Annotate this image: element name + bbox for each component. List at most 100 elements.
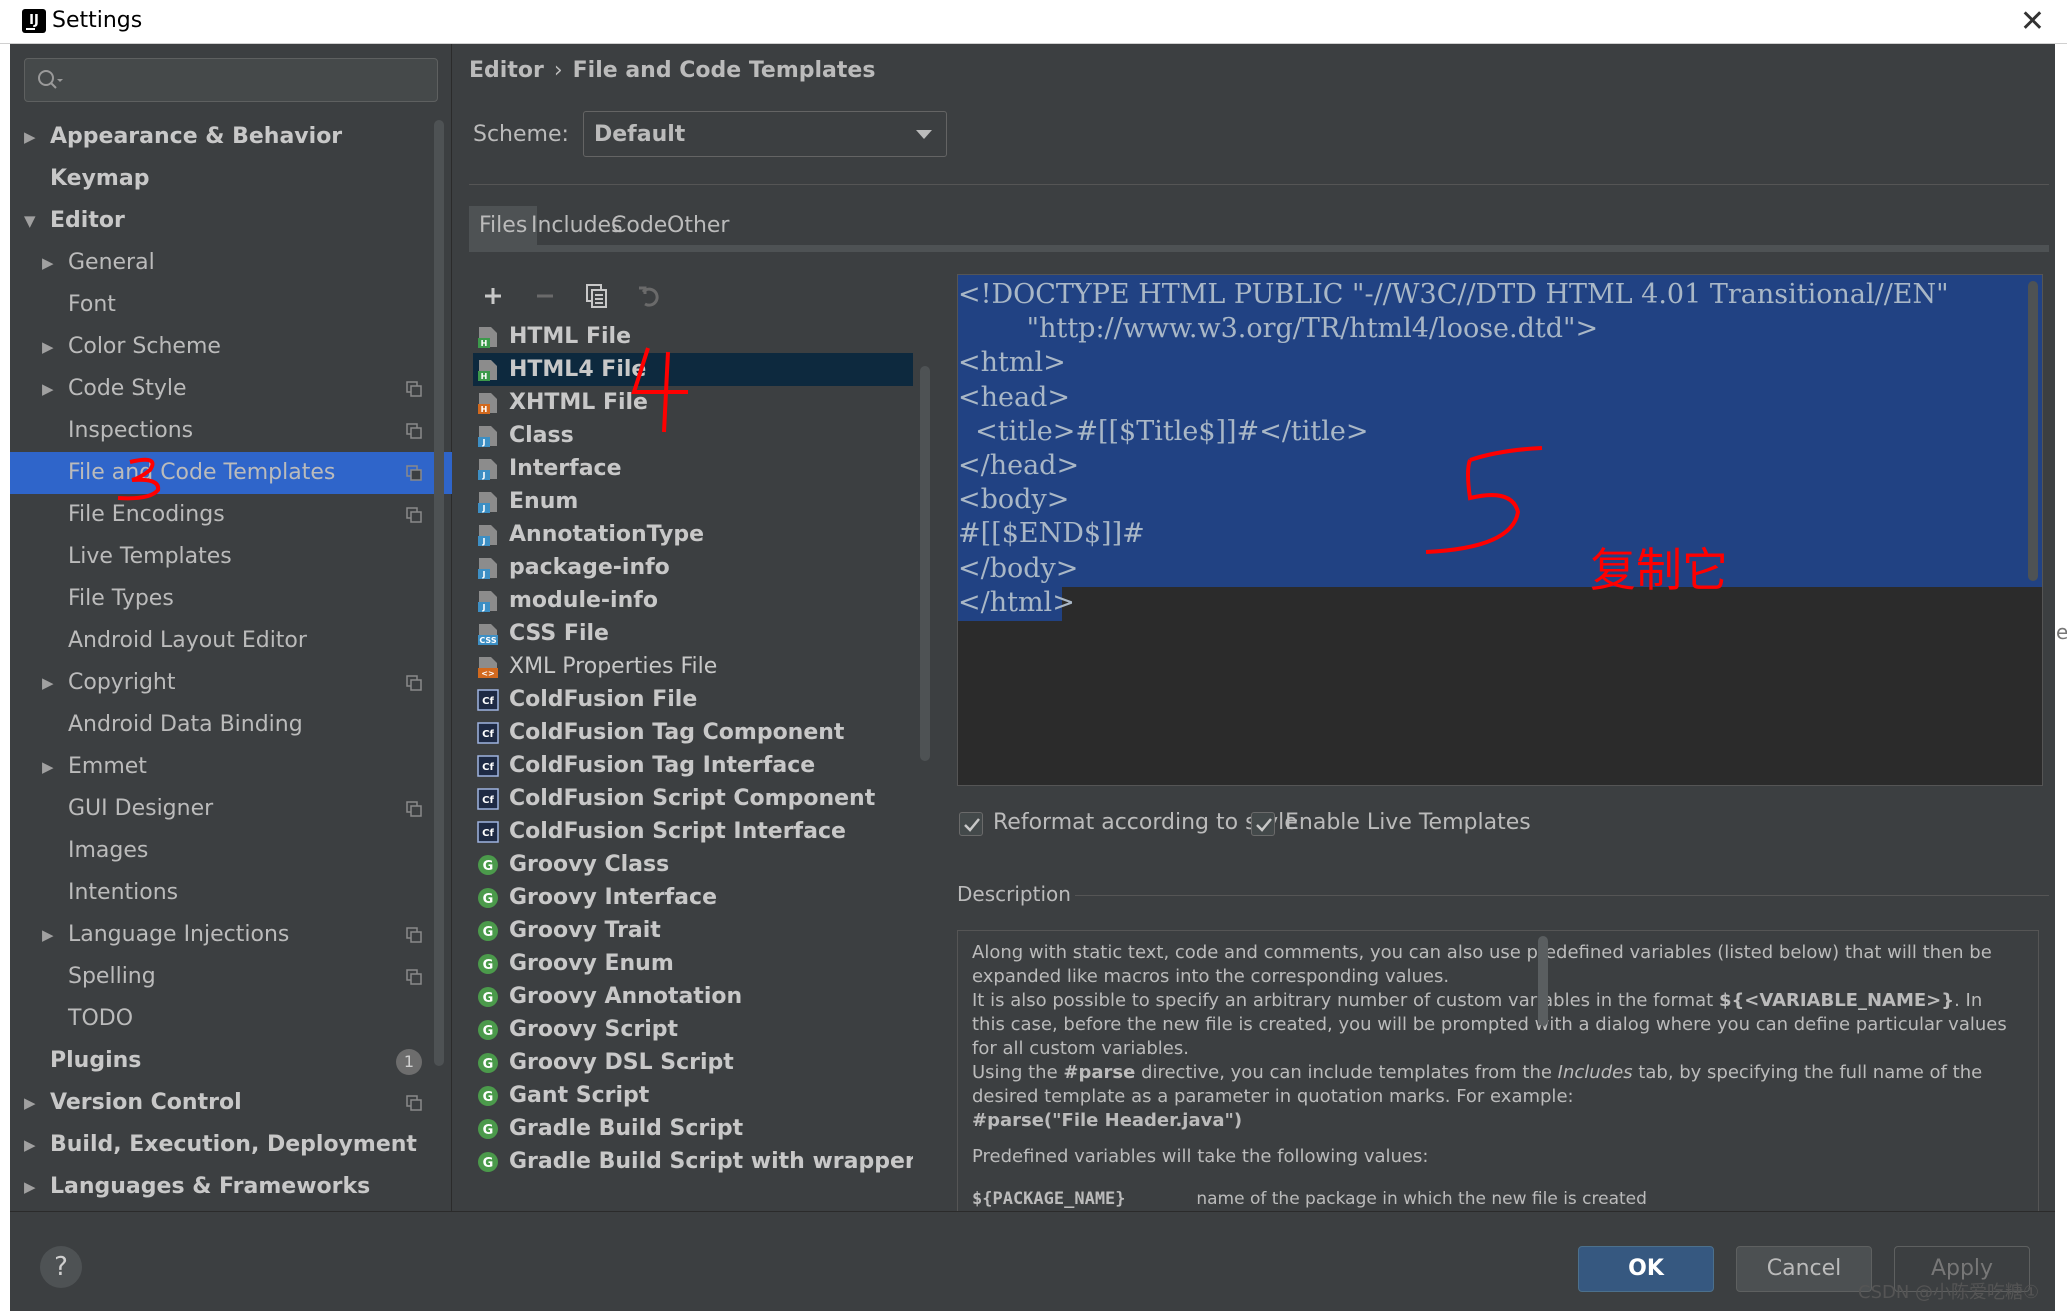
template-item[interactable]: Jpackage-info [473,551,913,584]
sidebar-item-languages-frameworks[interactable]: ▶ Languages & Frameworks [10,1166,452,1208]
template-item[interactable]: G Gradle Build Script [473,1112,913,1145]
sidebar-item-language-injections[interactable]: ▶ Language Injections [10,914,452,956]
template-item[interactable]: G Groovy Class [473,848,913,881]
live-templates-checkbox-box[interactable] [1251,812,1275,836]
reset-icon[interactable] [633,280,665,312]
chevron-right-icon[interactable]: ▶ [24,1166,44,1208]
sidebar-item-build-execution-deployment[interactable]: ▶ Build, Execution, Deployment [10,1124,452,1166]
chevron-right-icon[interactable]: ▶ [24,1124,44,1166]
template-item[interactable]: G Groovy Script [473,1013,913,1046]
sidebar-item-label: TODO [68,1006,134,1031]
sidebar-item-plugins[interactable]: Plugins 1 [10,1040,452,1082]
templates-list-scrollbar[interactable] [920,366,930,761]
template-name: XHTML File [509,390,648,415]
settings-search-input[interactable] [24,58,438,102]
scheme-dropdown[interactable]: Default [583,111,947,157]
description-scrollbar[interactable] [1538,936,1548,1026]
sidebar-item-copyright[interactable]: ▶ Copyright [10,662,452,704]
sidebar-item-gui-designer[interactable]: GUI Designer [10,788,452,830]
sidebar-scrollbar[interactable] [434,120,444,1066]
template-item[interactable]: G Groovy Annotation [473,980,913,1013]
template-item[interactable]: Cf ColdFusion Tag Interface [473,749,913,782]
svg-text:G: G [483,925,494,940]
chevron-right-icon[interactable]: ▶ [42,242,62,284]
template-item[interactable]: G Groovy Enum [473,947,913,980]
chevron-right-icon[interactable]: ▶ [42,662,62,704]
chevron-right-icon[interactable]: ▶ [24,1082,44,1124]
template-name: Enum [509,489,579,514]
sidebar-item-font[interactable]: Font [10,284,452,326]
check-icon [964,818,980,832]
sidebar-item-images[interactable]: Images [10,830,452,872]
chevron-right-icon[interactable]: ▶ [42,368,62,410]
template-name: Groovy Trait [509,918,661,943]
template-item[interactable]: CSS CSS File [473,617,913,650]
template-item[interactable]: <> XML Properties File [473,650,913,683]
ok-button[interactable]: OK [1578,1246,1714,1292]
sidebar-item-label: Live Templates [68,544,232,569]
tab-other[interactable]: Other [657,206,739,246]
help-button[interactable]: ? [40,1246,82,1288]
sidebar-item-android-layout-editor[interactable]: Android Layout Editor [10,620,452,662]
sidebar-item-keymap[interactable]: Keymap [10,158,452,200]
template-item[interactable]: J AnnotationType [473,518,913,551]
template-item[interactable]: Cf ColdFusion Tag Component [473,716,913,749]
svg-text:Cf: Cf [482,828,494,839]
cancel-button[interactable]: Cancel [1736,1246,1872,1292]
close-icon[interactable]: ✕ [2020,4,2045,39]
sidebar-item-general[interactable]: ▶ General [10,242,452,284]
sidebar-item-inspections[interactable]: Inspections [10,410,452,452]
sidebar-item-intentions[interactable]: Intentions [10,872,452,914]
sidebar-item-android-data-binding[interactable]: Android Data Binding [10,704,452,746]
template-item[interactable]: H HTML4 File [473,353,913,386]
tab-underline [469,245,2049,252]
sidebar-item-file-encodings[interactable]: File Encodings [10,494,452,536]
sidebar-item-code-style[interactable]: ▶ Code Style [10,368,452,410]
template-item[interactable]: Cf ColdFusion Script Interface [473,815,913,848]
chevron-right-icon[interactable]: ▶ [42,326,62,368]
sidebar-item-spelling[interactable]: Spelling [10,956,452,998]
sidebar-item-appearance-behavior[interactable]: ▶ Appearance & Behavior [10,116,452,158]
template-item[interactable]: J Interface [473,452,913,485]
template-item[interactable]: J Class [473,419,913,452]
template-item[interactable]: J Enum [473,485,913,518]
sidebar-item-color-scheme[interactable]: ▶ Color Scheme [10,326,452,368]
sidebar-item-file-types[interactable]: File Types [10,578,452,620]
template-item[interactable]: Cf ColdFusion Script Component [473,782,913,815]
project-scope-icon [406,675,422,691]
groovy-icon: G [478,1020,498,1040]
template-item[interactable]: Jmodule-info [473,584,913,617]
html-file-icon: H [478,360,497,381]
template-code-editor[interactable]: <!DOCTYPE HTML PUBLIC "-//W3C//DTD HTML … [957,274,2043,786]
sidebar-item-todo[interactable]: TODO [10,998,452,1040]
template-item[interactable]: H HTML File [473,320,913,353]
chevron-down-icon[interactable]: ▼ [24,200,44,242]
template-item[interactable]: H XHTML File [473,386,913,419]
template-item[interactable]: G Groovy DSL Script [473,1046,913,1079]
chevron-right-icon[interactable]: ▶ [42,914,62,956]
svg-text:G: G [483,958,494,973]
sidebar-item-emmet[interactable]: ▶ Emmet [10,746,452,788]
add-icon[interactable] [477,280,509,312]
chevron-right-icon[interactable]: ▶ [42,746,62,788]
template-item[interactable]: G Gradle Build Script with wrapper [473,1145,913,1178]
template-item[interactable]: G Groovy Trait [473,914,913,947]
editor-scrollbar[interactable] [2028,281,2038,581]
template-item[interactable]: G Gant Script [473,1079,913,1112]
template-item[interactable]: Cf ColdFusion File [473,683,913,716]
sidebar-item-live-templates[interactable]: Live Templates [10,536,452,578]
copy-icon[interactable] [581,280,613,312]
sidebar-item-label: Spelling [68,964,156,989]
sidebar-item-file-and-code-templates[interactable]: File and Code Templates [10,452,452,494]
svg-text:Cf: Cf [482,729,494,740]
chevron-right-icon[interactable]: ▶ [24,116,44,158]
coldfusion-icon: Cf [477,788,499,810]
reformat-checkbox-box[interactable] [959,812,983,836]
template-item[interactable]: G Groovy Interface [473,881,913,914]
templates-list: H HTML File H HTML4 File H XHTML File J Class J I… [473,320,913,1195]
remove-icon[interactable] [529,280,561,312]
sidebar-item-version-control[interactable]: ▶ Version Control [10,1082,452,1124]
sidebar-item-editor[interactable]: ▼ Editor [10,200,452,242]
template-name: Groovy Interface [509,885,717,910]
description-text-run: Using the [972,1062,1064,1083]
